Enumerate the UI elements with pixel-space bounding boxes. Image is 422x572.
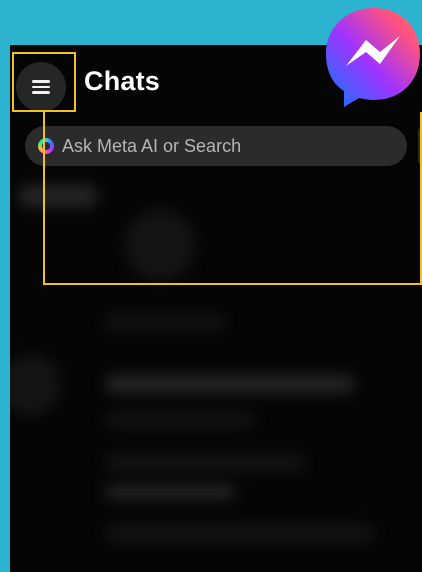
search-input[interactable]: Ask Meta AI or Search bbox=[25, 126, 407, 166]
blurred-list-item bbox=[105, 525, 375, 541]
blurred-list-item bbox=[105, 375, 355, 393]
menu-button[interactable] bbox=[16, 62, 66, 112]
blurred-avatar bbox=[10, 355, 60, 415]
blurred-story-chip bbox=[18, 185, 98, 207]
edit-button-edge[interactable] bbox=[418, 128, 422, 164]
blurred-list-item bbox=[105, 413, 255, 427]
messenger-logo bbox=[326, 8, 420, 107]
blurred-list-item bbox=[105, 455, 305, 471]
search-placeholder: Ask Meta AI or Search bbox=[62, 135, 242, 156]
chat-list-blurred bbox=[10, 175, 422, 572]
blurred-list-item bbox=[105, 315, 225, 329]
blurred-list-item bbox=[105, 485, 235, 499]
page-title: Chats bbox=[84, 66, 161, 96]
hamburger-menu-icon bbox=[32, 77, 50, 97]
blurred-story-avatar bbox=[125, 210, 195, 280]
phone-screen: Chats Ask Meta AI or Search bbox=[10, 45, 422, 572]
meta-ai-ring-icon bbox=[38, 138, 54, 154]
